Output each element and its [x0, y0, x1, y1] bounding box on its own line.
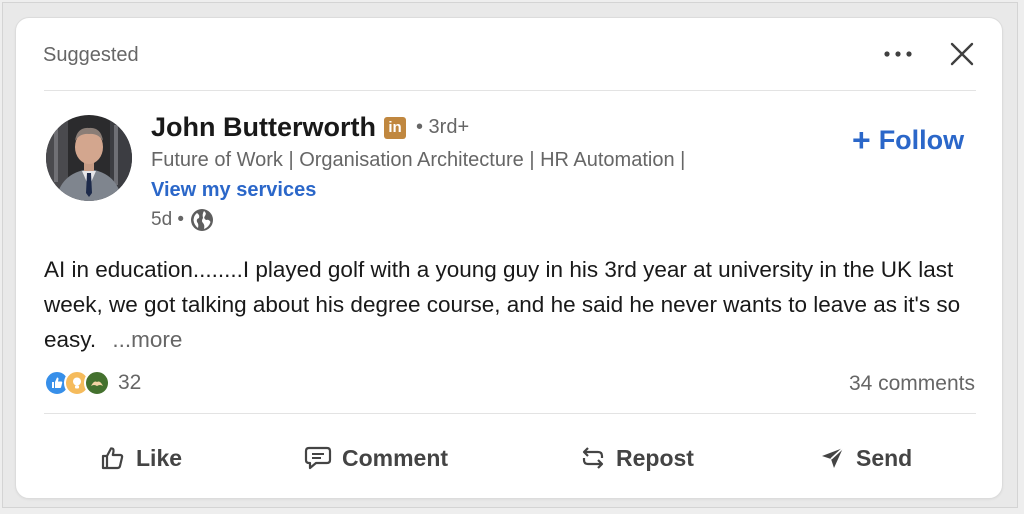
- avatar-photo: [46, 115, 132, 201]
- author-headline: Future of Work | Organisation Architectu…: [151, 149, 686, 171]
- author-name[interactable]: John Butterworth: [151, 112, 376, 143]
- send-label: Send: [856, 444, 913, 471]
- post-meta: 5d •: [151, 208, 214, 232]
- dismiss-button[interactable]: [944, 36, 980, 72]
- comment-button[interactable]: Comment: [304, 438, 448, 478]
- reaction-count: 32: [118, 371, 142, 394]
- more-options-button[interactable]: [878, 36, 918, 72]
- reactions-summary[interactable]: 32: [44, 370, 141, 396]
- follow-button[interactable]: + Follow: [852, 124, 964, 156]
- suggested-label: Suggested: [43, 44, 139, 66]
- linkedin-premium-icon: in: [383, 116, 406, 139]
- plus-icon: +: [852, 122, 871, 158]
- author-avatar[interactable]: [46, 115, 132, 201]
- comments-count-link[interactable]: 34 comments: [849, 372, 975, 396]
- ellipsis-icon: [884, 51, 912, 57]
- send-button[interactable]: Send: [820, 438, 912, 478]
- close-icon: [950, 42, 974, 66]
- post-body: AI in education........I played golf wit…: [44, 252, 974, 357]
- globe-icon: [191, 209, 214, 231]
- comment-icon: [304, 446, 332, 470]
- like-label: Like: [136, 444, 183, 471]
- support-reaction-icon: [84, 370, 110, 396]
- header-divider: [44, 90, 976, 91]
- follow-label: Follow: [878, 124, 965, 155]
- actions-divider: [44, 413, 976, 414]
- view-services-link[interactable]: View my services: [151, 179, 316, 202]
- comment-label: Comment: [342, 444, 449, 471]
- repost-button[interactable]: Repost: [580, 438, 694, 478]
- connection-degree: • 3rd+: [415, 116, 470, 138]
- repost-label: Repost: [616, 444, 694, 471]
- send-icon: [822, 447, 844, 468]
- see-more-link[interactable]: ...more: [112, 327, 182, 352]
- thumbs-up-icon: [101, 447, 124, 470]
- repost-icon: [582, 447, 604, 469]
- like-button[interactable]: Like: [100, 438, 182, 478]
- post-time: 5d •: [151, 209, 185, 230]
- screenshot-frame: Suggested John Butterworth in • 3rd+ Fut…: [2, 2, 1018, 508]
- author-line: John Butterworth in • 3rd+: [151, 112, 469, 143]
- feed-post-card: Suggested John Butterworth in • 3rd+ Fut…: [15, 17, 1003, 499]
